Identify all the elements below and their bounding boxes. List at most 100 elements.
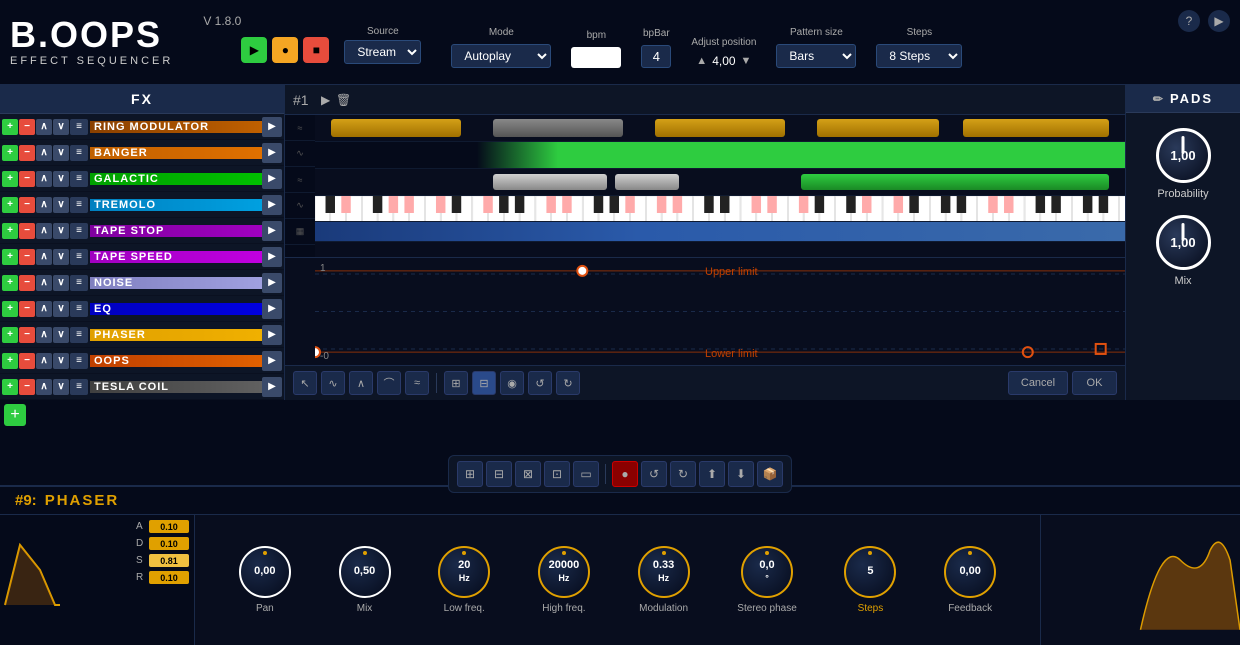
fx-arrow-ring[interactable]: ▶: [262, 117, 282, 137]
fx-sub-btn[interactable]: −: [19, 379, 35, 395]
low-freq-knob[interactable]: 20 Hz: [438, 546, 490, 598]
fx-up-btn[interactable]: ∧: [36, 197, 52, 213]
fx-down-btn[interactable]: ∨: [53, 145, 69, 161]
env-tool-undo[interactable]: ↺: [528, 371, 552, 395]
seq-tool-split[interactable]: ⊡: [544, 461, 570, 487]
fx-up-btn[interactable]: ∧: [36, 353, 52, 369]
env-tool-wave[interactable]: ≈: [405, 371, 429, 395]
fx-add-btn[interactable]: +: [2, 275, 18, 291]
fx-arrow-tape-speed[interactable]: ▶: [262, 247, 282, 267]
fx-menu-btn[interactable]: ≡: [70, 171, 88, 187]
fx-arrow-banger[interactable]: ▶: [262, 143, 282, 163]
fx-sub-btn[interactable]: −: [19, 301, 35, 317]
fx-down-btn[interactable]: ∨: [53, 275, 69, 291]
fx-up-btn[interactable]: ∧: [36, 145, 52, 161]
env-tool-redo[interactable]: ↻: [556, 371, 580, 395]
arrow-down-icon[interactable]: ▼: [741, 55, 752, 67]
seq-tool-undo[interactable]: ↺: [641, 461, 667, 487]
bpbar-display[interactable]: 4: [641, 45, 671, 68]
video-icon[interactable]: ▶: [1208, 10, 1230, 32]
fx-item-name-tremolo[interactable]: TREMOLO: [90, 199, 262, 211]
feedback-knob[interactable]: 0,00: [944, 546, 996, 598]
fx-down-btn[interactable]: ∨: [53, 301, 69, 317]
note-block[interactable]: [963, 119, 1109, 137]
help-icon[interactable]: ?: [1178, 10, 1200, 32]
fx-menu-btn[interactable]: ≡: [70, 197, 88, 213]
pattern-select[interactable]: Bars Beats Steps: [776, 44, 856, 68]
env-ok-button[interactable]: OK: [1072, 371, 1117, 395]
stereo-phase-knob[interactable]: 0,0 °: [741, 546, 793, 598]
fx-item-name-banger[interactable]: BANGER: [90, 147, 262, 159]
fx-menu-btn[interactable]: ≡: [70, 119, 88, 135]
env-tool-grid2[interactable]: ⊟: [472, 371, 496, 395]
fx-menu-btn[interactable]: ≡: [70, 327, 88, 343]
note-block[interactable]: [817, 119, 939, 137]
fx-sub-btn[interactable]: −: [19, 171, 35, 187]
fx-arrow-oops[interactable]: ▶: [262, 351, 282, 371]
env-tool-arc[interactable]: ⌒: [377, 371, 401, 395]
fx-menu-btn[interactable]: ≡: [70, 353, 88, 369]
seq-tool-up[interactable]: ⬆: [699, 461, 725, 487]
fx-add-btn[interactable]: +: [2, 353, 18, 369]
fx-down-btn[interactable]: ∨: [53, 379, 69, 395]
fx-arrow-noise[interactable]: ▶: [262, 273, 282, 293]
env-tool-select[interactable]: ↖: [293, 371, 317, 395]
probability-knob[interactable]: 1,00: [1156, 128, 1211, 183]
high-freq-knob[interactable]: 20000 Hz: [538, 546, 590, 598]
fx-up-btn[interactable]: ∧: [36, 379, 52, 395]
fx-item-name-eq[interactable]: EQ: [90, 303, 262, 315]
fx-arrow-tremolo[interactable]: ▶: [262, 195, 282, 215]
adsr-decay-bar[interactable]: 0.10: [149, 537, 189, 550]
mix-knob[interactable]: 1,00: [1156, 215, 1211, 270]
fx-up-btn[interactable]: ∧: [36, 119, 52, 135]
seq-tool-remove[interactable]: ⊟: [486, 461, 512, 487]
fx-add-btn[interactable]: +: [2, 119, 18, 135]
modulation-knob[interactable]: 0.33 Hz: [638, 546, 690, 598]
fx-item-name-tape-stop[interactable]: TAPE STOP: [90, 225, 262, 237]
fx-add-btn[interactable]: +: [2, 171, 18, 187]
mode-select[interactable]: Autoplay Manual MIDI: [451, 44, 551, 68]
note-block[interactable]: [655, 119, 785, 137]
env-tool-grid[interactable]: ⊞: [444, 371, 468, 395]
fx-arrow-tesla[interactable]: ▶: [262, 377, 282, 397]
source-select[interactable]: Stream Mic Line In: [344, 40, 421, 64]
pan-knob[interactable]: 0,00: [239, 546, 291, 598]
steps-knob[interactable]: 5: [844, 546, 896, 598]
fx-add-btn[interactable]: +: [2, 145, 18, 161]
fx-sub-btn[interactable]: −: [19, 327, 35, 343]
fx-down-btn[interactable]: ∨: [53, 197, 69, 213]
seq-tool-down[interactable]: ⬇: [728, 461, 754, 487]
fx-sub-btn[interactable]: −: [19, 145, 35, 161]
fx-down-btn[interactable]: ∨: [53, 119, 69, 135]
fx-item-name-oops[interactable]: OOPS: [90, 355, 262, 367]
fx-sub-btn[interactable]: −: [19, 249, 35, 265]
fx-menu-btn[interactable]: ≡: [70, 249, 88, 265]
env-tool-sine[interactable]: ∿: [321, 371, 345, 395]
fx-item-name-ring[interactable]: RING MODULATOR: [90, 121, 262, 133]
adsr-release-bar[interactable]: 0.10: [149, 571, 189, 584]
fx-global-add-btn[interactable]: +: [4, 404, 26, 426]
fx-item-name-tesla[interactable]: TESLA COIL: [90, 381, 262, 393]
seq-play-button[interactable]: ▶: [317, 91, 335, 109]
fx-arrow-eq[interactable]: ▶: [262, 299, 282, 319]
seq-tool-box[interactable]: ▭: [573, 461, 599, 487]
fx-add-btn[interactable]: +: [2, 379, 18, 395]
fx-up-btn[interactable]: ∧: [36, 249, 52, 265]
note-block[interactable]: [493, 119, 623, 137]
fx-item-name-galactic[interactable]: GALACTIC: [90, 173, 262, 185]
seq-tool-grid[interactable]: ⊠: [515, 461, 541, 487]
fx-add-btn[interactable]: +: [2, 327, 18, 343]
note-block[interactable]: [493, 174, 606, 190]
seq-tool-box2[interactable]: 📦: [757, 461, 783, 487]
fx-sub-btn[interactable]: −: [19, 197, 35, 213]
seq-tool-redo[interactable]: ↻: [670, 461, 696, 487]
piano-roll[interactable]: ≈ ∿ ≈ ∿ ▦: [285, 115, 1125, 257]
bpm-display[interactable]: [571, 47, 621, 68]
env-tool-peak[interactable]: ∧: [349, 371, 373, 395]
fx-up-btn[interactable]: ∧: [36, 171, 52, 187]
fx-arrow-galactic[interactable]: ▶: [262, 169, 282, 189]
fx-sub-btn[interactable]: −: [19, 275, 35, 291]
note-block[interactable]: [801, 174, 1109, 190]
fx-up-btn[interactable]: ∧: [36, 223, 52, 239]
fx-menu-btn[interactable]: ≡: [70, 301, 88, 317]
